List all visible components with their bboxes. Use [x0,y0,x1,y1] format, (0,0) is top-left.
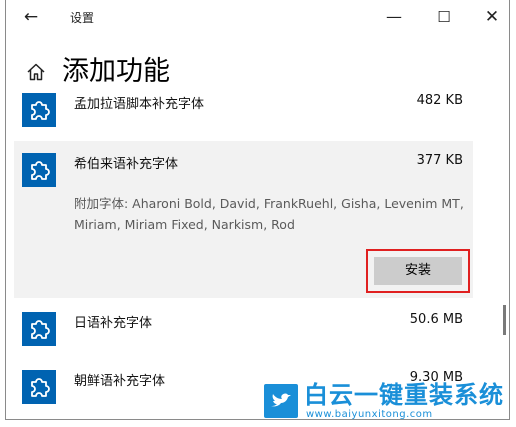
watermark-url: www.baiyunxitong.com [306,409,433,420]
feature-list: 孟加拉语脚本补充字体 482 KB 希伯来语补充字体 377 KB 附加字体: … [6,92,509,419]
puzzle-icon [22,370,56,404]
minimize-button[interactable]: — [383,6,405,28]
feature-name: 朝鲜语补充字体 [74,374,166,389]
install-highlight: 安装 [366,249,470,293]
feature-name: 希伯来语补充字体 [74,157,179,172]
watermark: 白云一键重装系统 www.baiyunxitong.com [258,380,510,424]
back-button[interactable]: ← [20,6,42,28]
feature-item-japanese[interactable]: 日语补充字体 50.6 MB [14,298,473,358]
puzzle-icon [22,93,56,127]
feature-size: 482 KB [416,93,463,108]
feature-item-hebrew[interactable]: 希伯来语补充字体 377 KB 附加字体: Aharoni Bold, Davi… [14,141,473,298]
feature-description: 附加字体: Aharoni Bold, David, FrankRuehl, G… [74,196,464,232]
close-button[interactable]: ✕ [481,6,503,28]
feature-name: 孟加拉语脚本补充字体 [74,97,205,112]
page-title: 添加功能 [62,56,170,87]
feature-size: 50.6 MB [409,312,463,327]
watermark-brand: 白云一键重装系统 [304,381,504,409]
feature-name: 日语补充字体 [74,316,153,331]
maximize-button[interactable]: ☐ [433,6,455,28]
puzzle-icon [22,312,56,346]
feature-item-bengali[interactable]: 孟加拉语脚本补充字体 482 KB [14,92,473,136]
bird-logo-icon [264,384,298,418]
window-title: 设置 [70,11,95,25]
settings-window: ← 设置 — ☐ ✕ 添加功能 孟加拉语脚本补充字体 482 KB 希伯来语补充… [5,0,510,420]
feature-size: 377 KB [416,153,463,168]
puzzle-icon [22,153,56,187]
install-button[interactable]: 安装 [374,257,462,285]
scrollbar[interactable] [503,305,506,335]
title-bar: ← 设置 — ☐ ✕ [6,0,509,34]
home-icon[interactable] [26,62,46,82]
